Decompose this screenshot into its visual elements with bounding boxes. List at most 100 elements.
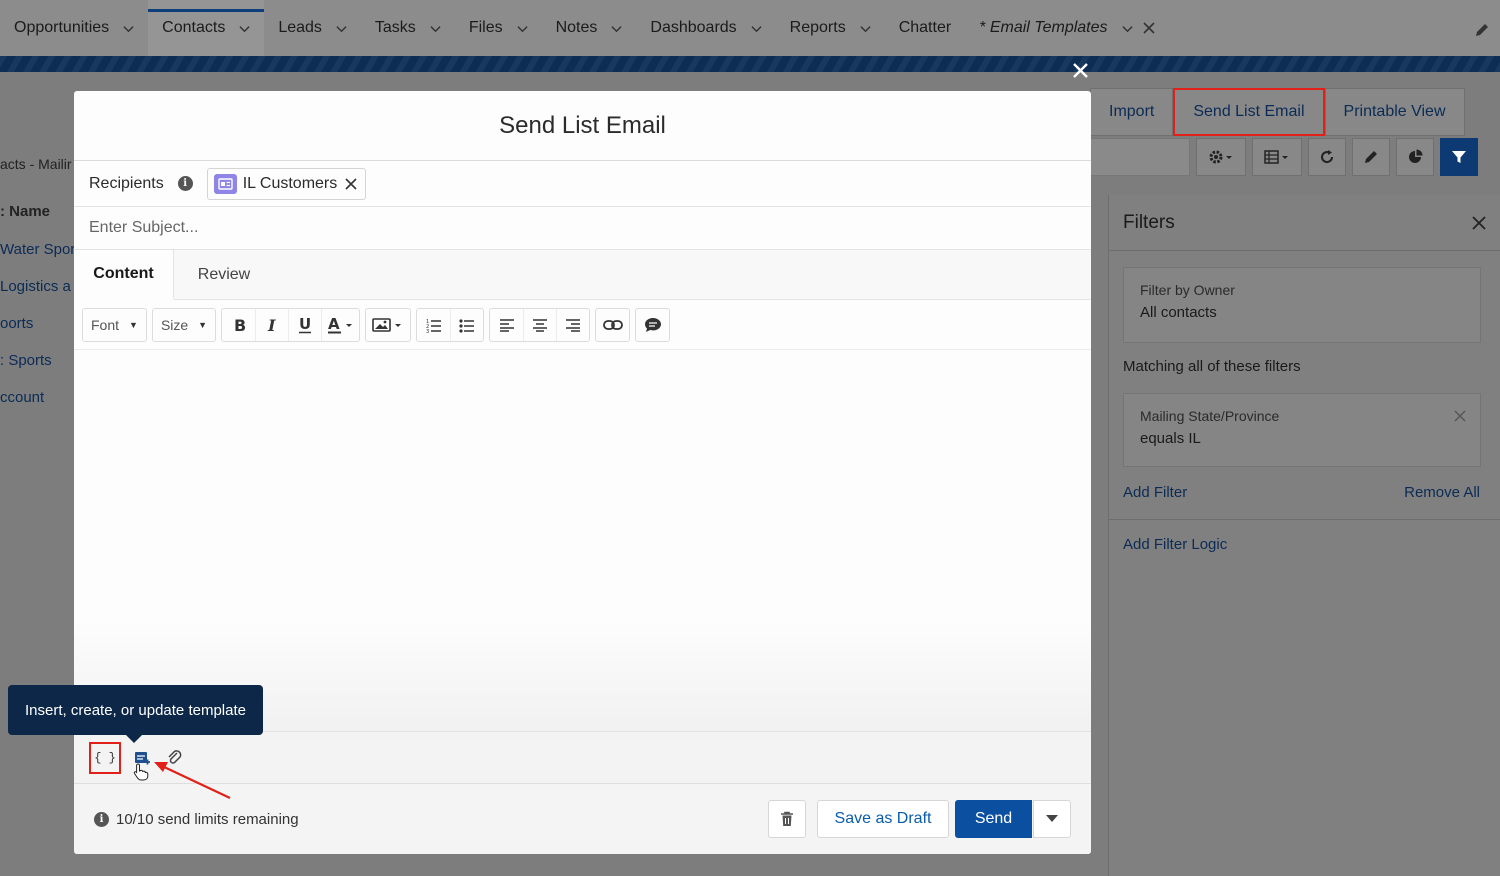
send-options-button[interactable] [1033, 800, 1071, 838]
recipients-row: Recipients i IL Customers [74, 161, 1091, 207]
list-item[interactable]: Logistics a [0, 268, 80, 305]
send-list-email-button[interactable]: Send List Email [1173, 88, 1325, 136]
list-item[interactable]: : Sports [0, 342, 80, 379]
font-select[interactable]: Font ▼ [82, 307, 147, 342]
close-tab-icon[interactable] [1142, 22, 1155, 34]
chevron-down-icon[interactable] [611, 23, 622, 34]
save-as-draft-button[interactable]: Save as Draft [817, 800, 949, 838]
add-filter-logic-link[interactable]: Add Filter Logic [1123, 536, 1227, 553]
caret-down-icon [1046, 815, 1058, 822]
nav-label: Reports [789, 19, 846, 36]
text-color-icon: A [327, 316, 352, 333]
pencil-icon[interactable] [1474, 22, 1490, 38]
italic-button[interactable]: I [255, 308, 288, 341]
tab-content[interactable]: Content [74, 250, 174, 300]
recipient-pill[interactable]: IL Customers [206, 167, 367, 200]
filter-field: Mailing State/Province [1140, 408, 1280, 424]
nav-contacts[interactable]: Contacts [148, 0, 265, 56]
align-left-button[interactable] [490, 309, 523, 341]
bullet-list-button[interactable] [450, 308, 483, 341]
charts-button[interactable] [1396, 138, 1434, 176]
image-group [365, 307, 412, 342]
svg-text:U: U [299, 316, 311, 333]
underline-button[interactable]: U [288, 308, 321, 341]
info-icon[interactable]: i [177, 176, 193, 191]
owner-filter-value: All contacts [1140, 304, 1217, 321]
filters-panel: Filters Filter by Owner All contacts Mat… [1108, 195, 1500, 876]
remove-all-link[interactable]: Remove All [1404, 484, 1480, 501]
close-icon[interactable] [1472, 215, 1486, 230]
display-as-button[interactable] [1252, 138, 1302, 176]
state-filter-card[interactable]: Mailing State/Province equals IL [1123, 393, 1481, 467]
add-filter-link[interactable]: Add Filter [1123, 484, 1187, 501]
nav-label: Files [468, 19, 503, 36]
nav-opportunities[interactable]: Opportunities [0, 0, 148, 56]
list-search-input[interactable] [1090, 138, 1190, 176]
nav-tasks[interactable]: Tasks [361, 0, 455, 56]
list-item[interactable]: Water Spor [0, 231, 80, 268]
insert-link-button[interactable] [596, 309, 629, 341]
refresh-button[interactable] [1308, 138, 1346, 176]
image-icon [372, 317, 402, 332]
text-color-button[interactable]: A [321, 308, 359, 341]
chevron-down-icon[interactable] [516, 23, 528, 34]
subject-input[interactable] [89, 219, 989, 237]
chevron-down-icon[interactable] [1121, 23, 1133, 34]
chevron-down-icon[interactable] [336, 23, 347, 34]
list-view-title: acts - Mailir [0, 156, 72, 172]
align-group [489, 307, 591, 342]
footer-actions: Save as Draft Send [768, 800, 1071, 838]
remove-recipient-icon[interactable] [345, 177, 357, 190]
remove-filter-icon[interactable] [1454, 410, 1466, 422]
numbered-list-button[interactable]: 123 [417, 309, 450, 341]
owner-filter-card[interactable]: Filter by Owner All contacts [1123, 267, 1481, 343]
nav-files[interactable]: Files [455, 0, 542, 56]
numbered-list-icon: 123 [426, 319, 441, 333]
chevron-down-icon[interactable] [751, 23, 762, 34]
nav-reports[interactable]: Reports [776, 0, 885, 56]
svg-text:B: B [234, 317, 246, 333]
bold-button[interactable]: B [222, 309, 255, 341]
gear-icon [1209, 150, 1232, 164]
svg-text:A: A [328, 316, 340, 333]
tab-review[interactable]: Review [174, 250, 274, 299]
recipients-label: Recipients [89, 174, 164, 192]
send-button[interactable]: Send [955, 800, 1032, 838]
top-nav: Opportunities Contacts Leads Tasks Files… [0, 0, 1500, 56]
import-button[interactable]: Import [1090, 88, 1174, 136]
delete-button[interactable] [768, 800, 806, 838]
edit-list-button[interactable] [1352, 138, 1390, 176]
nav-label: * Email Templates [979, 19, 1108, 36]
merge-field-button[interactable]: { } [89, 741, 121, 774]
recipient-pill-label: IL Customers [242, 174, 338, 192]
nav-dashboards[interactable]: Dashboards [636, 0, 775, 56]
send-list-email-modal: Send List Email Recipients i IL Customer… [74, 91, 1091, 854]
settings-button[interactable] [1196, 138, 1246, 176]
pencil-icon [1365, 151, 1377, 163]
pie-chart-icon [1409, 149, 1423, 163]
printable-view-button[interactable]: Printable View [1324, 88, 1465, 136]
owner-filter-label: Filter by Owner [1140, 282, 1235, 298]
chevron-down-icon[interactable] [239, 23, 250, 34]
nav-notes[interactable]: Notes [542, 0, 637, 56]
list-item[interactable]: ccount [0, 379, 80, 416]
quote-group [635, 307, 671, 342]
align-center-button[interactable] [523, 308, 556, 341]
list-item[interactable]: oorts [0, 305, 80, 342]
align-right-button[interactable] [556, 308, 589, 341]
column-header-name[interactable]: : Name [0, 203, 50, 220]
nav-chatter[interactable]: Chatter [885, 0, 965, 56]
filter-button[interactable] [1440, 138, 1478, 176]
insert-image-button[interactable] [366, 309, 410, 341]
caret-down-icon: ▼ [129, 319, 138, 330]
chevron-down-icon[interactable] [123, 23, 134, 34]
bullet-list-icon [459, 318, 475, 333]
modal-close-icon[interactable] [1072, 62, 1089, 79]
chevron-down-icon[interactable] [430, 23, 441, 34]
chevron-down-icon[interactable] [860, 23, 871, 34]
nav-leads[interactable]: Leads [264, 0, 361, 56]
quote-button[interactable] [636, 309, 669, 341]
nav-email-templates[interactable]: * Email Templates [965, 0, 1168, 56]
size-select[interactable]: Size ▼ [151, 307, 217, 342]
chat-bubble-icon [644, 317, 661, 332]
